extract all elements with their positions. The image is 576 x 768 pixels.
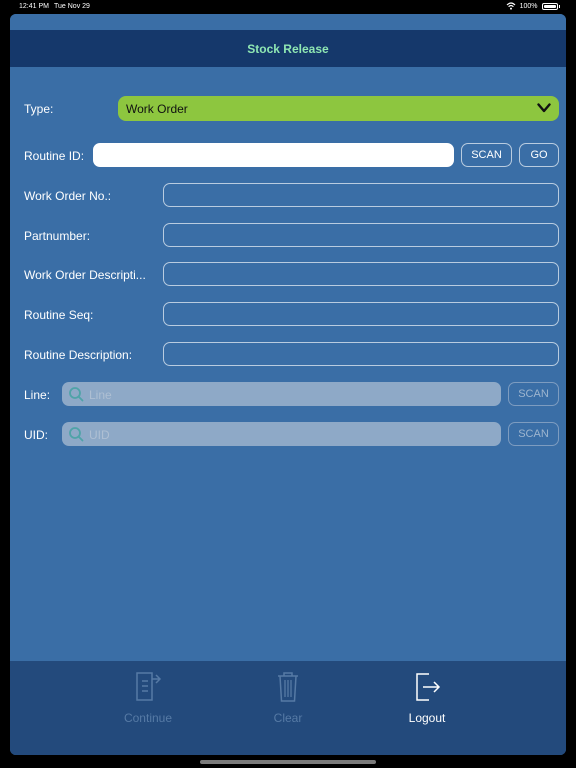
go-button[interactable]: GO bbox=[519, 143, 559, 167]
clear-button[interactable]: Clear bbox=[218, 669, 358, 725]
routine-id-input[interactable] bbox=[93, 143, 454, 167]
battery-tip bbox=[558, 4, 560, 8]
routine-id-row: Routine ID: SCAN GO bbox=[10, 143, 566, 169]
header-spacer bbox=[10, 14, 566, 30]
battery-percent: 100% bbox=[519, 2, 538, 10]
work-order-description-label: Work Order Descripti... bbox=[24, 268, 146, 282]
type-dropdown[interactable]: Work Order bbox=[118, 96, 559, 121]
page-title: Stock Release bbox=[247, 42, 329, 56]
work-order-no-field[interactable] bbox=[163, 183, 559, 207]
status-time: 12:41 PM bbox=[19, 3, 49, 10]
continue-document-icon bbox=[136, 672, 162, 701]
app-window: Stock Release Type: Work Order Routine I… bbox=[10, 14, 566, 755]
uid-scan-button[interactable]: SCAN bbox=[508, 422, 559, 446]
bottom-toolbar: Continue Clear Logout bbox=[10, 661, 566, 755]
work-order-description-row: Work Order Descripti... bbox=[10, 262, 566, 288]
type-value: Work Order bbox=[126, 102, 188, 116]
routine-description-row: Routine Description: bbox=[10, 342, 566, 368]
logout-button[interactable]: Logout bbox=[357, 669, 497, 725]
partnumber-label: Partnumber: bbox=[24, 229, 91, 243]
uid-row: UID: UID SCAN bbox=[10, 422, 566, 448]
status-date: Tue Nov 29 bbox=[54, 3, 90, 10]
routine-seq-label: Routine Seq: bbox=[24, 308, 94, 322]
type-row: Type: Work Order bbox=[10, 96, 566, 122]
work-order-description-field[interactable] bbox=[163, 262, 559, 286]
clear-label: Clear bbox=[273, 711, 303, 725]
line-search-input[interactable]: Line bbox=[62, 382, 501, 406]
home-indicator[interactable] bbox=[200, 760, 376, 764]
routine-id-scan-button[interactable]: SCAN bbox=[461, 143, 512, 167]
continue-label: Continue bbox=[123, 711, 173, 725]
trash-icon bbox=[278, 672, 298, 702]
partnumber-row: Partnumber: bbox=[10, 223, 566, 249]
uid-search-input[interactable]: UID bbox=[62, 422, 501, 446]
search-icon bbox=[69, 427, 84, 442]
continue-button[interactable]: Continue bbox=[78, 669, 218, 725]
chevron-down-icon bbox=[537, 103, 551, 113]
partnumber-field[interactable] bbox=[163, 223, 559, 247]
routine-description-label: Routine Description: bbox=[24, 348, 133, 362]
routine-seq-row: Routine Seq: bbox=[10, 302, 566, 328]
form-area: Type: Work Order Routine ID: SCAN GO Wor… bbox=[10, 67, 566, 661]
logout-label: Logout bbox=[408, 711, 446, 725]
title-bar: Stock Release bbox=[10, 30, 566, 67]
line-row: Line: Line SCAN bbox=[10, 382, 566, 408]
logout-icon bbox=[416, 673, 441, 701]
status-bar: 12:41 PM Tue Nov 29 100% bbox=[0, 0, 576, 14]
wifi-icon bbox=[506, 2, 516, 10]
search-icon bbox=[69, 387, 84, 402]
status-right: 100% bbox=[506, 2, 560, 10]
uid-placeholder: UID bbox=[89, 428, 110, 442]
routine-description-field[interactable] bbox=[163, 342, 559, 366]
work-order-no-label: Work Order No.: bbox=[24, 189, 112, 203]
routine-seq-field[interactable] bbox=[163, 302, 559, 326]
work-order-no-row: Work Order No.: bbox=[10, 183, 566, 209]
line-scan-button[interactable]: SCAN bbox=[508, 382, 559, 406]
line-placeholder: Line bbox=[89, 388, 112, 402]
battery-icon bbox=[541, 2, 558, 10]
